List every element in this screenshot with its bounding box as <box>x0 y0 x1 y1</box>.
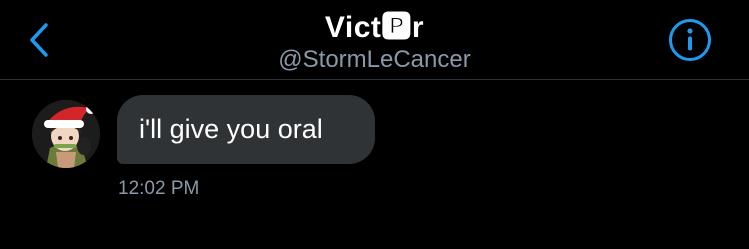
info-circle-icon <box>669 19 711 61</box>
info-button[interactable] <box>668 18 712 62</box>
conversation-handle[interactable]: @StormLeCancer <box>0 46 749 74</box>
message-bubble[interactable]: i'll give you oral <box>117 95 375 164</box>
santa-hat-avatar <box>32 100 100 168</box>
conversation-title[interactable]: Vict🅿r <box>0 2 749 46</box>
conversation-header: Vict🅿r @StormLeCancer <box>0 0 749 80</box>
message-text: i'll give you oral <box>139 114 323 144</box>
message-timestamp: 12:02 PM <box>118 178 200 199</box>
sender-avatar[interactable] <box>32 100 100 168</box>
